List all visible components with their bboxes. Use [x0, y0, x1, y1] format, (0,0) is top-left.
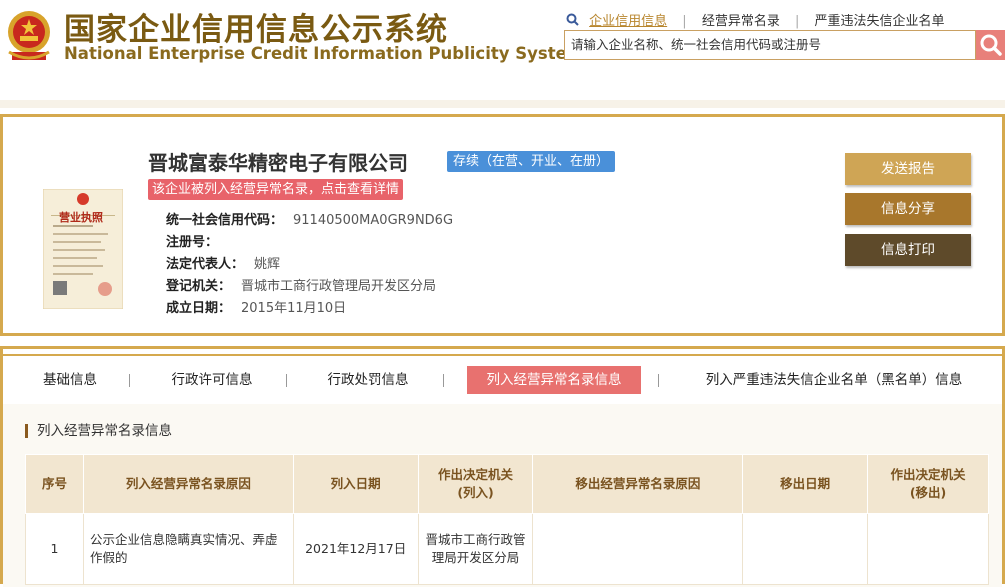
- tab-blacklist[interactable]: 列入严重违法失信企业名单（黑名单）信息: [683, 366, 985, 394]
- search-input[interactable]: [565, 31, 977, 57]
- credit-code-label: 统一社会信用代码：: [166, 213, 284, 228]
- search-icon: [980, 34, 1002, 56]
- search-box: [564, 30, 977, 60]
- site-title: 国家企业信用信息公示系统: [64, 12, 448, 48]
- nav-separator: |: [682, 14, 687, 29]
- authority-value: 晋城市工商行政管理局开发区分局: [241, 279, 437, 294]
- print-info-button[interactable]: 信息打印: [845, 234, 971, 266]
- national-emblem-icon: [8, 11, 50, 60]
- cell-date-in: 2021年12月17日: [292, 513, 419, 585]
- header-authority-in: 作出决定机关 (列入): [417, 454, 534, 514]
- table-row: 1 公示企业信息隐瞒真实情况、弄虚作假的 2021年12月17日 晋城市工商行政…: [25, 513, 989, 585]
- table-header-row: 序号 列入经营异常名录原因 列入日期 作出决定机关 (列入) 移出经营异常名录原因…: [25, 454, 989, 514]
- info-row-legal-rep: 法定代表人： 姚辉: [166, 253, 280, 272]
- info-row-credit-code: 统一社会信用代码： 91140500MA0GR9ND6G: [166, 209, 453, 228]
- company-card: 营业执照 晋城富泰华精密电子有限公司 存续（在营、开业、在册） 该企业被列入经营…: [0, 114, 1005, 336]
- header-authority-out: 作出决定机关 (移出): [867, 454, 989, 514]
- info-row-reg-number: 注册号：: [166, 231, 228, 250]
- legal-rep-label: 法定代表人：: [166, 257, 245, 272]
- header-date-out: 移出日期: [742, 454, 869, 514]
- tab-bar: 基础信息 行政许可信息 行政处罚信息 列入经营异常名录信息 列入严重违法失信企业…: [3, 366, 1002, 394]
- cell-index: 1: [25, 513, 84, 585]
- business-license-icon: [43, 189, 123, 309]
- header-reason-in: 列入经营异常名录原因: [82, 454, 294, 514]
- tab-abnormal-list[interactable]: 列入经营异常名录信息: [467, 366, 641, 394]
- info-row-authority: 登记机关： 晋城市工商行政管理局开发区分局: [166, 275, 436, 294]
- cell-reason-in: 公示企业信息隐瞒真实情况、弄虚作假的: [82, 513, 294, 585]
- tab-content: 列入经营异常名录信息 序号 列入经营异常名录原因 列入日期 作出决定机关 (列入)…: [3, 404, 1002, 587]
- established-value: 2015年11月10日: [241, 301, 347, 316]
- site-subtitle: National Enterprise Credit Information P…: [64, 44, 584, 63]
- company-name: 晋城富泰华精密电子有限公司: [148, 151, 408, 175]
- abnormal-warning-badge[interactable]: 该企业被列入经营异常名录，点击查看详情: [148, 179, 404, 200]
- abnormal-list-table: 序号 列入经营异常名录原因 列入日期 作出决定机关 (列入) 移出经营异常名录原因…: [25, 454, 989, 585]
- nav-link-abnormal-list[interactable]: 经营异常名录: [702, 10, 780, 29]
- detail-section: 基础信息 行政许可信息 行政处罚信息 列入经营异常名录信息 列入严重违法失信企业…: [0, 346, 1005, 587]
- tab-admin-license[interactable]: 行政许可信息: [153, 366, 271, 394]
- credit-code-value: 91140500MA0GR9ND6G: [293, 213, 454, 228]
- nav-link-blacklist[interactable]: 严重违法失信企业名单: [815, 10, 945, 29]
- tab-admin-penalty[interactable]: 行政处罚信息: [309, 366, 427, 394]
- cell-authority-out: [867, 513, 989, 585]
- top-nav: 企业信用信息 | 经营异常名录 | 严重违法失信企业名单: [566, 10, 945, 29]
- header-reason-out: 移出经营异常名录原因: [532, 454, 744, 514]
- cell-reason-out: [532, 513, 744, 585]
- tab-basic-info[interactable]: 基础信息: [25, 366, 115, 394]
- send-report-button[interactable]: 发送报告: [845, 153, 971, 185]
- tab-separator: [129, 374, 130, 387]
- license-title: 营业执照: [59, 211, 103, 224]
- tabs-top-rule: [3, 354, 1002, 356]
- tab-separator: [658, 374, 659, 387]
- cell-authority-in: 晋城市工商行政管理局开发区分局: [417, 513, 534, 585]
- section-title: 列入经营异常名录信息: [25, 424, 172, 438]
- header-divider-band: [0, 100, 1005, 108]
- cell-date-out: [742, 513, 869, 585]
- share-info-button[interactable]: 信息分享: [845, 193, 971, 225]
- reg-number-label: 注册号：: [166, 235, 219, 250]
- search-icon: [566, 13, 579, 26]
- site-header: 国家企业信用信息公示系统 National Enterprise Credit …: [0, 0, 1005, 100]
- nav-link-enterprise-credit[interactable]: 企业信用信息: [589, 10, 667, 29]
- search-button[interactable]: [976, 30, 1005, 60]
- header-index: 序号: [25, 454, 84, 514]
- legal-rep-value: 姚辉: [254, 257, 281, 272]
- info-row-established: 成立日期： 2015年11月10日: [166, 297, 346, 316]
- status-badge: 存续（在营、开业、在册）: [447, 151, 616, 172]
- established-label: 成立日期：: [166, 301, 232, 316]
- header-date-in: 列入日期: [292, 454, 419, 514]
- nav-separator: |: [794, 14, 800, 29]
- tab-separator: [286, 374, 287, 387]
- authority-label: 登记机关：: [166, 279, 232, 294]
- tab-separator: [443, 374, 444, 387]
